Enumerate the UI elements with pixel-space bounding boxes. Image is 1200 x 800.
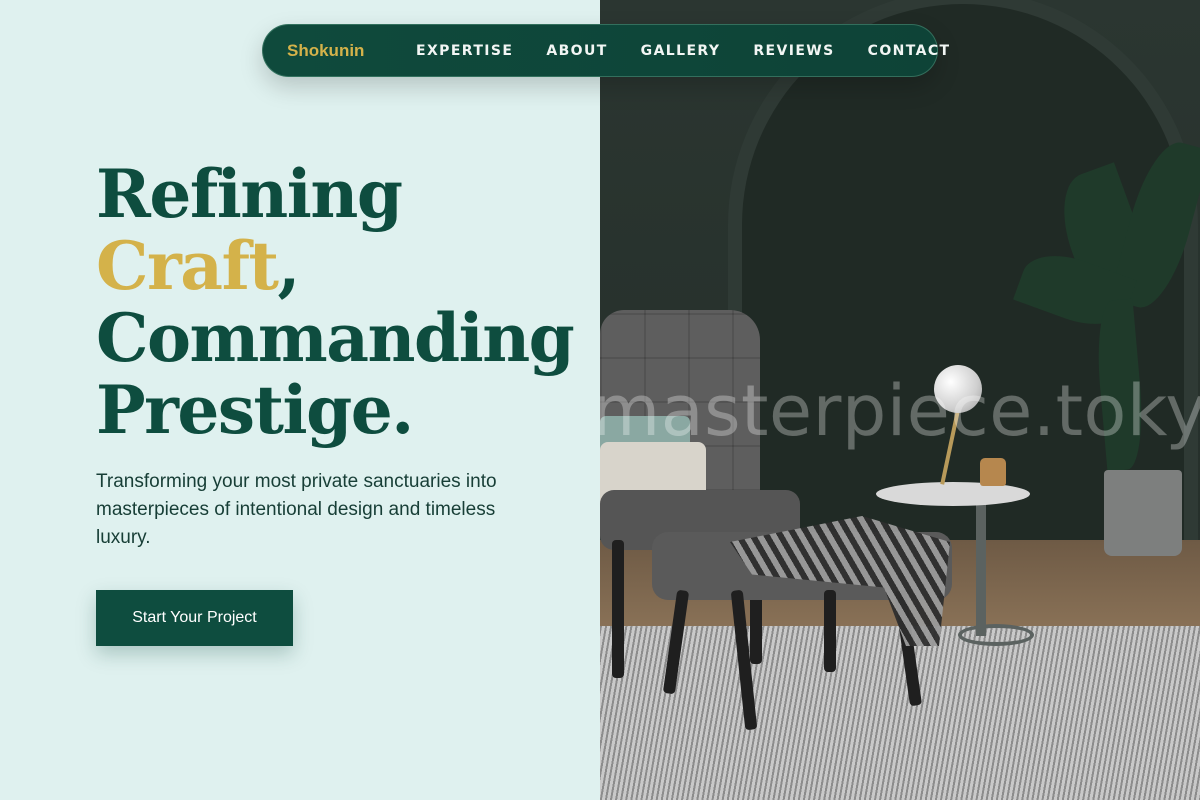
image-watermark: masterpiece.tokyo xyxy=(600,370,1200,452)
hero-image: masterpiece.tokyo xyxy=(600,0,1200,800)
hero-line-3: Commanding xyxy=(96,299,575,377)
ottoman-leg xyxy=(824,590,836,672)
nav-link-contact[interactable]: CONTACT xyxy=(868,43,951,59)
hero-line-2: Craft, xyxy=(96,230,573,302)
nav-link-about[interactable]: ABOUT xyxy=(546,43,607,59)
brand-logo[interactable]: Shokunin xyxy=(287,41,364,61)
side-table-base xyxy=(958,624,1034,646)
plant-pot xyxy=(1104,470,1182,556)
diffuser-bottle xyxy=(980,458,1006,486)
hero-subtitle: Transforming your most private sanctuari… xyxy=(96,471,497,548)
side-table-top xyxy=(876,482,1030,506)
hero-accent-word: Craft xyxy=(96,227,279,305)
start-project-button[interactable]: Start Your Project xyxy=(96,590,293,646)
chair-leg xyxy=(612,540,624,678)
hero-comma: , xyxy=(277,227,300,305)
room-rug xyxy=(600,626,1200,800)
side-table-stem xyxy=(976,504,986,636)
hero-heading: Refining Craft, Commanding Prestige. xyxy=(96,155,575,449)
nav-link-expertise[interactable]: EXPERTISE xyxy=(416,43,513,59)
nav-link-reviews[interactable]: REVIEWS xyxy=(753,43,834,59)
nav-link-gallery[interactable]: GALLERY xyxy=(641,43,721,59)
hero-line-1: Refining xyxy=(96,155,403,233)
nav-links: EXPERTISE ABOUT GALLERY REVIEWS CONTACT xyxy=(416,43,950,59)
main-nav: Shokunin EXPERTISE ABOUT GALLERY REVIEWS… xyxy=(262,24,949,77)
hero-line-4: Prestige. xyxy=(96,371,414,449)
